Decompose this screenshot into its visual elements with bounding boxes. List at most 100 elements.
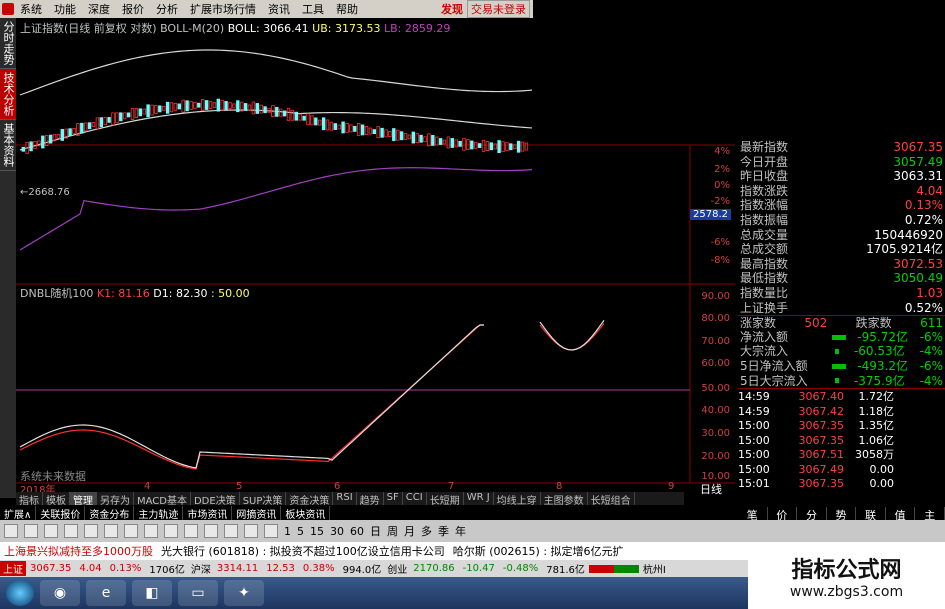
period-button[interactable]: 年	[455, 523, 466, 539]
indicator-tab[interactable]: 管理	[70, 492, 97, 507]
period-button[interactable]: 日	[370, 523, 381, 539]
cy-pct: -0.48%	[502, 563, 539, 574]
period-button[interactable]: 5	[297, 525, 304, 538]
indicator-tab[interactable]: SF	[384, 492, 403, 505]
upper-band-line	[19, 49, 533, 96]
candle	[72, 127, 76, 134]
tick-tab[interactable]: 联	[856, 507, 886, 522]
indicator-tab[interactable]: 长短期	[427, 492, 464, 507]
candle	[204, 100, 209, 110]
app-multicolor-icon[interactable]: ◉	[40, 580, 80, 606]
period-button[interactable]: 30	[330, 525, 344, 538]
stat-value: 0.72%	[904, 212, 943, 227]
candle	[341, 121, 345, 134]
tick-tab[interactable]: 主	[915, 507, 945, 522]
news-item[interactable]: 光大银行 (601818) : 拟投资不超过100亿设立信用卡公司	[161, 543, 445, 559]
flow-bar	[831, 363, 846, 369]
toolbar-tool-icon[interactable]	[144, 524, 158, 538]
tick-volume: 1.72亿	[858, 390, 895, 404]
info-tab[interactable]: 网摘资讯	[232, 506, 282, 521]
info-tab[interactable]: 板块资讯	[281, 506, 331, 521]
toolbar-tool-icon[interactable]	[264, 524, 278, 538]
toolbar-tool-icon[interactable]	[44, 524, 58, 538]
flash-app-icon[interactable]: ✦	[224, 580, 264, 606]
stat-row: 指数涨跌 4.04	[738, 184, 945, 199]
indicator-tab[interactable]: 长短组合	[588, 492, 635, 507]
news-item[interactable]: 哈尔斯 (002615) : 拟定增6亿元扩	[453, 543, 624, 559]
period-button[interactable]: 60	[350, 525, 364, 538]
candle	[130, 108, 135, 120]
indicator-tab[interactable]: 资金决策	[286, 492, 334, 507]
indicator-tab[interactable]: DDE决策	[191, 492, 240, 507]
tick-tab[interactable]: 值	[886, 507, 916, 522]
pct-tick: -6%	[710, 237, 730, 248]
low-price-label: ←2668.76	[20, 187, 70, 198]
candle	[80, 122, 84, 134]
period-button[interactable]: 季	[438, 523, 449, 539]
period-button[interactable]: 周	[387, 523, 398, 539]
toolbar-tool-icon[interactable]	[24, 524, 38, 538]
info-tab[interactable]: 关联报价	[36, 506, 86, 521]
toolbar-tool-icon[interactable]	[204, 524, 218, 538]
stat-label: 指数量比	[740, 285, 789, 300]
flow-row: 大宗流入 -60.53亿 -4%	[738, 344, 945, 359]
folder-icon[interactable]: ▭	[178, 580, 218, 606]
tick-tab[interactable]: 价	[768, 507, 798, 522]
tick-tab[interactable]: 笔	[738, 507, 768, 522]
watermark-title: 指标公式网	[791, 557, 902, 583]
candle	[216, 98, 220, 112]
info-tab[interactable]: 资金分布	[85, 506, 135, 521]
info-tab[interactable]: 扩展∧	[0, 506, 37, 521]
period-button[interactable]: 月	[404, 523, 415, 539]
indicator-tab[interactable]: MACD基本	[134, 492, 191, 507]
sz-label[interactable]: 沪深	[189, 561, 213, 576]
candle	[349, 124, 353, 133]
period-button[interactable]: 多	[421, 523, 432, 539]
toolbar-tool-icon[interactable]	[124, 524, 138, 538]
indicator-tab[interactable]: 另存为	[97, 492, 134, 507]
period-button[interactable]: 15	[310, 525, 324, 538]
candle	[376, 126, 380, 139]
tick-price: 3067.35	[798, 419, 845, 433]
boll-name: BOLL-M(20)	[160, 22, 225, 35]
toolbar-tool-icon[interactable]	[4, 524, 18, 538]
period-button[interactable]: 1	[284, 525, 291, 538]
browser-icon[interactable]: e	[86, 580, 126, 606]
cy-label[interactable]: 创业	[385, 561, 409, 576]
ind-tick: 50.00	[701, 383, 730, 394]
indicator-tab[interactable]: 模板	[43, 492, 70, 507]
stat-label: 上证换手	[740, 300, 789, 315]
tick-volume: 1.06亿	[858, 433, 895, 447]
tick-volume: 0.00	[869, 477, 895, 491]
toolbar-tool-icon[interactable]	[184, 524, 198, 538]
candle	[278, 108, 283, 117]
info-tab[interactable]: 主力轨迹	[134, 506, 184, 521]
sh-label[interactable]: 上证	[0, 561, 26, 576]
indicator-tab[interactable]: CCI	[403, 492, 427, 505]
candle	[520, 141, 525, 152]
toolbar-tool-icon[interactable]	[84, 524, 98, 538]
period-label[interactable]: 日线	[700, 481, 722, 497]
stock-app-icon[interactable]: ◧	[132, 580, 172, 606]
indicator-tab[interactable]: RSI	[333, 492, 357, 505]
boll-value: BOLL: 3066.41	[227, 22, 309, 35]
candle	[360, 124, 365, 136]
tick-tab[interactable]: 势	[827, 507, 857, 522]
tick-tab[interactable]: 分	[797, 507, 827, 522]
candle	[286, 107, 291, 121]
indicator-tab[interactable]: WR J	[464, 492, 494, 505]
indicator-tab[interactable]: 趋势	[357, 492, 384, 507]
start-button-icon[interactable]	[6, 580, 34, 606]
indicator-tab[interactable]: 指标	[16, 492, 43, 507]
indicator-tab[interactable]: 均线上穿	[494, 492, 541, 507]
toolbar-tool-icon[interactable]	[64, 524, 78, 538]
toolbar-tool-icon[interactable]	[164, 524, 178, 538]
indicator-tab[interactable]: 主图参数	[541, 492, 588, 507]
candle	[427, 133, 431, 147]
indicator-tab[interactable]: SUP决策	[240, 492, 287, 507]
toolbar-tool-icon[interactable]	[244, 524, 258, 538]
info-tab[interactable]: 市场资讯	[183, 506, 233, 521]
toolbar-tool-icon[interactable]	[104, 524, 118, 538]
toolbar-tool-icon[interactable]	[224, 524, 238, 538]
news-item[interactable]: 上海景兴拟减持至多1000万股	[4, 543, 153, 559]
